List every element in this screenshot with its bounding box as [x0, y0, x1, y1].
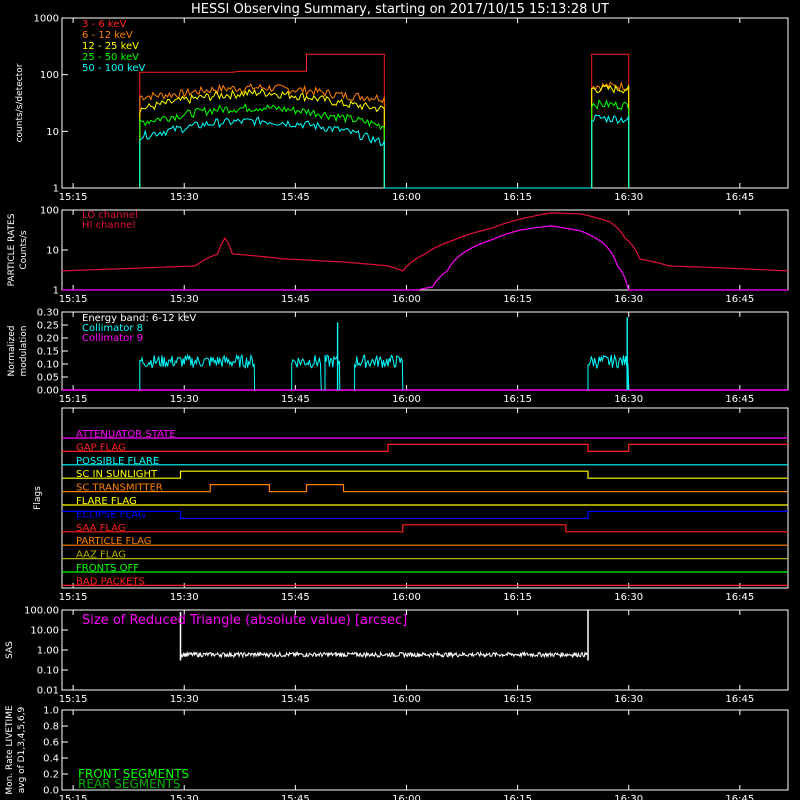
- y-tick-label: 0.10: [37, 666, 59, 677]
- time-tick-label: 15:15: [59, 694, 88, 705]
- legend-entry: REAR SEGMENTS: [78, 777, 181, 791]
- time-tick-label: 16:15: [503, 192, 532, 203]
- time-tick-label: 16:00: [392, 794, 421, 800]
- time-tick-label: 16:00: [392, 694, 421, 705]
- y-tick-label: 0.15: [37, 347, 59, 358]
- y-tick-label: 0.6: [43, 738, 59, 749]
- time-tick-label: 15:30: [170, 794, 199, 800]
- y-tick-label: 0.10: [37, 360, 59, 371]
- time-tick-label: 15:45: [281, 192, 310, 203]
- time-tick-label: 16:00: [392, 192, 421, 203]
- y-axis-label: Flags: [33, 486, 43, 510]
- hessi-summary-chart: HESSI Observing Summary, starting on 201…: [0, 0, 800, 800]
- time-tick-label: 15:15: [59, 394, 88, 405]
- y-axis-label: counts/s/detector: [15, 63, 25, 142]
- legend-entry: 6 - 12 keV: [82, 30, 133, 41]
- y-tick-label: 0.00: [37, 386, 59, 397]
- legend-entry: 50 - 100 keV: [82, 63, 146, 74]
- y-axis-label: Counts/s: [19, 230, 29, 269]
- time-tick-label: 16:45: [725, 294, 754, 305]
- legend-entry: Size of Reduced Triangle (absolute value…: [82, 613, 407, 628]
- time-tick-label: 16:30: [614, 794, 643, 800]
- y-axis-label: Normalized: [7, 325, 17, 376]
- y-tick-label: 0.20: [37, 334, 59, 345]
- time-tick-label: 15:15: [59, 794, 88, 800]
- time-tick-label: 15:30: [170, 694, 199, 705]
- time-tick-label: 16:45: [725, 394, 754, 405]
- time-tick-label: 15:30: [170, 192, 199, 203]
- time-tick-label: 16:00: [392, 294, 421, 305]
- time-tick-label: 16:30: [614, 694, 643, 705]
- y-axis-label: PARTICLE RATES: [7, 213, 17, 286]
- y-tick-label: 1000: [34, 14, 59, 25]
- time-tick-label: 16:15: [503, 794, 532, 800]
- time-tick-label: 16:30: [614, 394, 643, 405]
- time-tick-label: 16:15: [503, 592, 532, 603]
- time-tick-label: 16:15: [503, 394, 532, 405]
- y-axis-label: avg of D1,3,4,5,6,9: [17, 706, 27, 793]
- legend-entry: Collimator 9: [82, 333, 143, 344]
- time-tick-label: 16:30: [614, 592, 643, 603]
- time-tick-label: 15:45: [281, 694, 310, 705]
- legend-entry: 25 - 50 keV: [82, 52, 139, 63]
- y-tick-label: 1.00: [37, 646, 59, 657]
- time-tick-label: 15:30: [170, 394, 199, 405]
- y-tick-label: 100: [40, 70, 59, 81]
- y-tick-label: 0.05: [37, 373, 59, 384]
- y-tick-label: 0.2: [43, 770, 59, 781]
- y-tick-label: 10: [46, 246, 59, 257]
- y-axis-label: SAS: [5, 641, 15, 659]
- legend-entry: HI channel: [82, 220, 135, 231]
- time-tick-label: 16:45: [725, 794, 754, 800]
- time-tick-label: 15:45: [281, 794, 310, 800]
- legend-entry: 12 - 25 keV: [82, 41, 139, 52]
- y-tick-label: 0.8: [43, 722, 59, 733]
- y-tick-label: 10.00: [30, 626, 59, 637]
- time-tick-label: 15:45: [281, 394, 310, 405]
- y-tick-label: 0.30: [37, 308, 59, 319]
- time-tick-label: 15:45: [281, 592, 310, 603]
- y-tick-label: 10: [46, 127, 59, 138]
- time-tick-label: 16:00: [392, 592, 421, 603]
- chart-title: HESSI Observing Summary, starting on 201…: [191, 2, 609, 17]
- legend-entry: 3 - 6 keV: [82, 19, 126, 30]
- y-tick-label: 1.0: [43, 706, 59, 717]
- y-tick-label: 1: [53, 286, 59, 297]
- time-tick-label: 15:15: [59, 294, 88, 305]
- time-tick-label: 15:45: [281, 294, 310, 305]
- time-tick-label: 16:45: [725, 592, 754, 603]
- time-tick-label: 15:30: [170, 592, 199, 603]
- time-tick-label: 15:15: [59, 592, 88, 603]
- time-tick-label: 16:45: [725, 694, 754, 705]
- time-tick-label: 16:15: [503, 694, 532, 705]
- y-tick-label: 0.25: [37, 321, 59, 332]
- time-tick-label: 15:30: [170, 294, 199, 305]
- y-axis-label: Mon. Rate LIVETIME: [5, 705, 15, 795]
- time-tick-label: 16:45: [725, 192, 754, 203]
- time-tick-label: 16:15: [503, 294, 532, 305]
- y-axis-label: modulation: [19, 326, 29, 377]
- y-tick-label: 0.0: [43, 786, 59, 797]
- time-tick-label: 15:15: [59, 192, 88, 203]
- time-tick-label: 16:30: [614, 192, 643, 203]
- y-tick-label: 100.00: [24, 606, 59, 617]
- time-tick-label: 16:00: [392, 394, 421, 405]
- y-tick-label: 100: [40, 206, 59, 217]
- y-tick-label: 0.4: [43, 754, 59, 765]
- y-tick-label: 1: [53, 184, 59, 195]
- y-tick-label: 0.01: [37, 686, 59, 697]
- time-tick-label: 16:30: [614, 294, 643, 305]
